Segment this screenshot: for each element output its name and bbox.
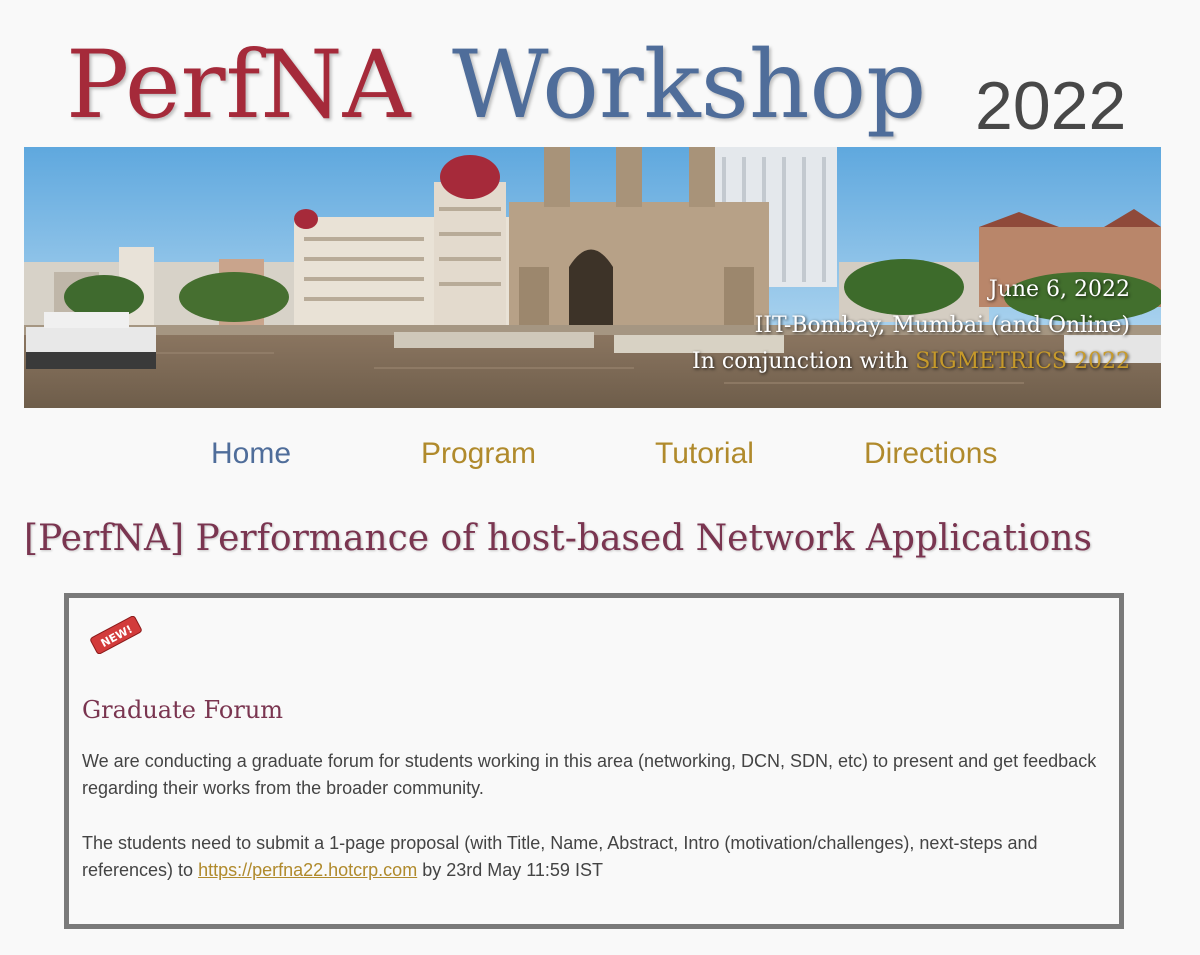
- nav-program[interactable]: Program: [421, 437, 536, 471]
- announcement-box: NEW! Graduate Forum We are conducting a …: [64, 593, 1124, 929]
- title-workshop: Workshop: [452, 31, 927, 140]
- site-title: PerfNA Workshop 2022: [0, 30, 1200, 144]
- forum-title: Graduate Forum: [82, 696, 284, 724]
- event-location: IIT-Bombay, Mumbai (and Online): [754, 313, 1130, 338]
- new-badge-icon: NEW!: [90, 616, 142, 654]
- main-nav: Home Program Tutorial Directions: [0, 437, 1200, 481]
- page-title: [PerfNA] Performance of host-based Netwo…: [24, 518, 1092, 559]
- hotcrp-link[interactable]: https://perfna22.hotcrp.com: [198, 860, 417, 880]
- event-date: June 6, 2022: [988, 277, 1130, 302]
- conjunction-prefix: In conjunction with: [692, 349, 916, 374]
- nav-directions[interactable]: Directions: [864, 437, 997, 471]
- banner: June 6, 2022 IIT-Bombay, Mumbai (and Onl…: [24, 147, 1161, 408]
- nav-home[interactable]: Home: [211, 437, 291, 471]
- deadline-text: by 23rd May 11:59 IST: [417, 860, 603, 880]
- sigmetrics-link[interactable]: SIGMETRICS 2022: [915, 349, 1130, 374]
- title-year: 2022: [975, 68, 1127, 144]
- forum-submission: The students need to submit a 1-page pro…: [82, 830, 1112, 884]
- forum-description: We are conducting a graduate forum for s…: [82, 751, 1097, 798]
- title-perfna: PerfNA: [66, 31, 411, 140]
- event-conjunction: In conjunction with SIGMETRICS 2022: [692, 349, 1130, 374]
- nav-tutorial[interactable]: Tutorial: [655, 437, 754, 471]
